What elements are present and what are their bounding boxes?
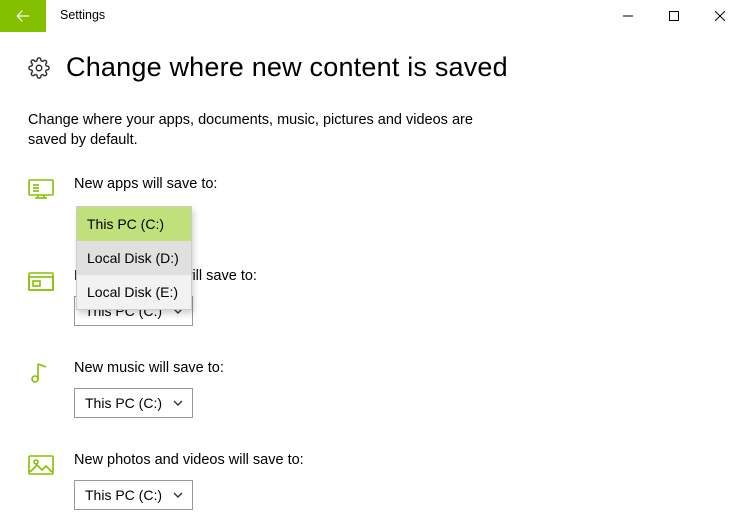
minimize-icon: [623, 11, 633, 21]
maximize-icon: [669, 11, 679, 21]
window-title: Settings: [46, 0, 117, 32]
close-icon: [715, 11, 725, 21]
dropdown-option[interactable]: Local Disk (D:): [77, 241, 191, 275]
apps-icon: [28, 178, 54, 200]
gear-icon: [28, 57, 50, 79]
setting-music-combo[interactable]: This PC (C:): [74, 388, 193, 418]
chevron-down-icon: [172, 489, 184, 501]
close-button[interactable]: [697, 0, 743, 32]
chevron-down-icon: [172, 397, 184, 409]
combo-value: This PC (C:): [85, 395, 162, 411]
setting-photos: New photos and videos will save to: This…: [28, 452, 715, 510]
maximize-button[interactable]: [651, 0, 697, 32]
page-heading: Change where new content is saved: [66, 52, 508, 83]
combo-value: This PC (C:): [85, 487, 162, 503]
music-icon: [28, 362, 54, 384]
titlebar: Settings: [0, 0, 743, 32]
back-arrow-icon: [14, 7, 32, 25]
setting-photos-label: New photos and videos will save to:: [74, 452, 715, 468]
apps-dropdown[interactable]: This PC (C:) Local Disk (D:) Local Disk …: [76, 206, 192, 310]
setting-photos-combo[interactable]: This PC (C:): [74, 480, 193, 510]
dropdown-option[interactable]: Local Disk (E:): [77, 275, 191, 309]
titlebar-spacer[interactable]: [117, 0, 605, 32]
dropdown-option[interactable]: This PC (C:): [77, 207, 191, 241]
documents-icon: [28, 270, 54, 292]
page-description: Change where your apps, documents, music…: [28, 111, 488, 150]
setting-music: New music will save to: This PC (C:): [28, 360, 715, 418]
setting-music-label: New music will save to:: [74, 360, 715, 376]
photos-icon: [28, 454, 54, 476]
back-button[interactable]: [0, 0, 46, 32]
minimize-button[interactable]: [605, 0, 651, 32]
setting-apps-label: New apps will save to:: [74, 176, 715, 192]
heading-row: Change where new content is saved: [28, 52, 715, 83]
